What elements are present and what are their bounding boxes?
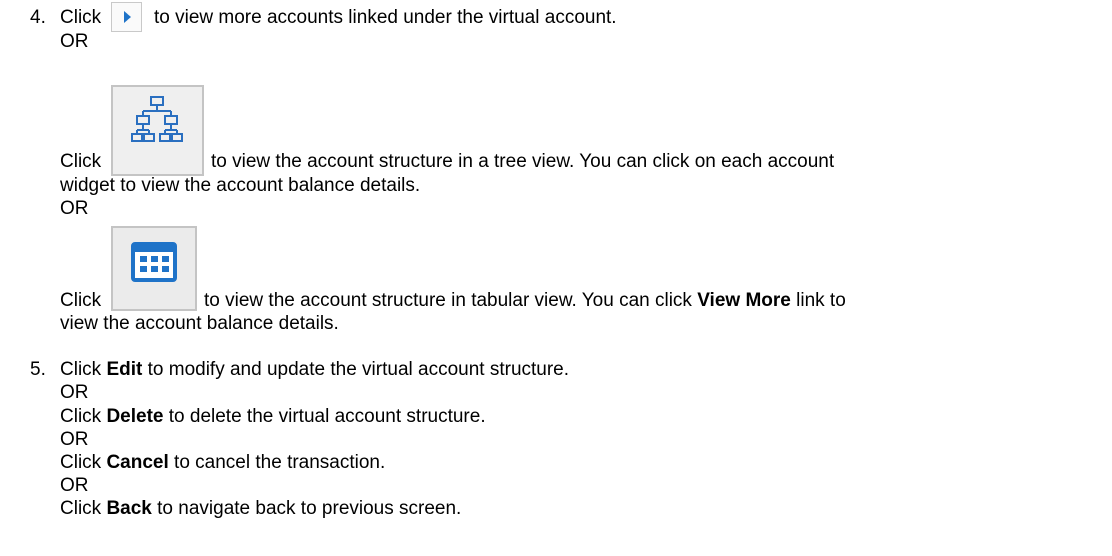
step-number: 5. <box>30 359 46 380</box>
or-label: OR <box>60 429 89 450</box>
step5-cancel-line: Click Cancel to cancel the transaction. <box>60 452 385 474</box>
click-word: Click <box>60 406 102 427</box>
or-label: OR <box>60 475 89 496</box>
edit-rest: to modify and update the virtual account… <box>147 359 570 380</box>
step5-delete-line: Click Delete to delete the virtual accou… <box>60 406 486 428</box>
delete-label: Delete <box>106 406 164 427</box>
or-label: OR <box>60 31 89 52</box>
step-number: 4. <box>30 7 46 28</box>
step4-line3-rest-b: link to <box>796 290 846 311</box>
cancel-label: Cancel <box>106 452 169 473</box>
step4-line1-click: Click <box>60 7 102 28</box>
step4-line3-click: Click <box>60 290 102 311</box>
or-label: OR <box>60 382 89 403</box>
step4-line2-click: Click <box>60 151 102 172</box>
or-label: OR <box>60 198 89 219</box>
click-word: Click <box>60 359 102 380</box>
back-rest: to navigate back to previous screen. <box>157 498 462 519</box>
tree-structure-icon[interactable] <box>111 85 204 176</box>
back-label: Back <box>106 498 152 519</box>
step4-line3-text: to view the account structure in tabular… <box>204 290 846 312</box>
table-grid-icon[interactable] <box>111 226 197 311</box>
view-more-link: View More <box>697 290 791 311</box>
step4-line2-rest: to view the account structure in a tree … <box>211 151 835 172</box>
click-word: Click <box>60 452 102 473</box>
cancel-rest: to cancel the transaction. <box>174 452 386 473</box>
step4-line1-rest: to view more accounts linked under the v… <box>154 7 617 28</box>
play-arrow-icon[interactable] <box>111 2 142 32</box>
step4-line3-rest-a: to view the account structure in tabular… <box>204 290 692 311</box>
step4-line3-cont: view the account balance details. <box>60 313 339 334</box>
step4-line2-cont: widget to view the account balance detai… <box>60 175 421 196</box>
step5-edit-line: Click Edit to modify and update the virt… <box>60 359 569 381</box>
delete-rest: to delete the virtual account structure. <box>168 406 486 427</box>
step5-back-line: Click Back to navigate back to previous … <box>60 498 461 520</box>
click-word: Click <box>60 498 102 519</box>
edit-label: Edit <box>106 359 143 380</box>
